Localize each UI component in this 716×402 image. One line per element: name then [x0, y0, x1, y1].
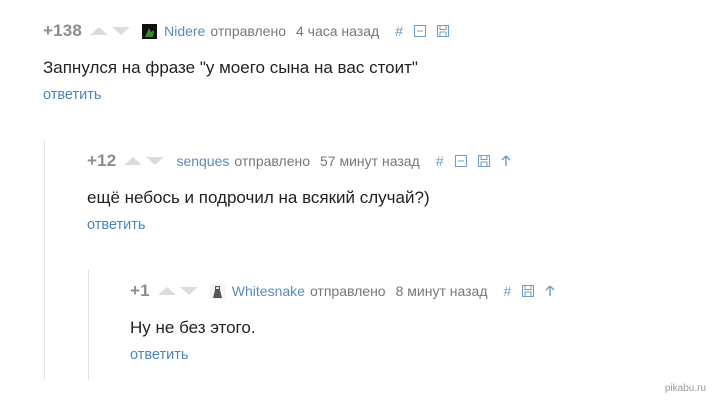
save-floppy-icon[interactable] — [522, 285, 535, 297]
comment-actions: # — [395, 23, 449, 39]
link-hash-icon[interactable]: # — [436, 153, 444, 169]
reply-link[interactable]: ответить — [130, 347, 555, 363]
comment-header: +1 Whitesnake отправлено 8 минут назад # — [130, 280, 555, 302]
comment-rating: +1 — [130, 281, 150, 300]
comment-meta-label: отправлено — [309, 283, 386, 299]
comment-meta-label: отправлено — [210, 23, 286, 39]
comment-branch-line — [88, 270, 89, 380]
comment-rating: +138 — [43, 21, 83, 40]
comment-actions: # — [436, 153, 511, 169]
downvote-icon[interactable] — [179, 287, 198, 295]
save-floppy-icon[interactable] — [477, 155, 490, 167]
reply-link[interactable]: ответить — [43, 87, 449, 103]
comment-text: Ну не без этого. — [130, 318, 256, 337]
comment-actions: # — [503, 283, 555, 299]
upvote-icon[interactable] — [157, 287, 176, 295]
comment-text: ещё небось и подрочил на всякий случай?) — [87, 188, 430, 207]
comment: +1 Whitesnake отправлено 8 минут назад #… — [130, 280, 555, 363]
link-hash-icon[interactable]: # — [395, 23, 403, 39]
user-avatar-icon[interactable] — [209, 283, 225, 299]
downvote-icon[interactable] — [146, 157, 165, 165]
downvote-icon[interactable] — [112, 27, 131, 35]
comment-author-link[interactable]: Whitesnake — [232, 283, 305, 299]
link-hash-icon[interactable]: # — [503, 283, 511, 299]
comment-header: +138 Nidere отправлено 4 часа назад # — [43, 20, 449, 42]
comment-text: Запнулся на фразе "у моего сына на вас с… — [43, 58, 418, 77]
user-avatar-icon[interactable] — [142, 23, 158, 39]
comment-rating: +12 — [87, 151, 117, 170]
comment-meta-label: отправлено — [234, 153, 311, 169]
comment: +138 Nidere отправлено 4 часа назад # За… — [43, 20, 449, 103]
upvote-icon[interactable] — [90, 27, 109, 35]
comment-time[interactable]: 4 часа назад — [296, 23, 379, 39]
site-watermark: pikabu.ru — [664, 383, 706, 394]
save-floppy-icon[interactable] — [436, 25, 449, 37]
comment-time[interactable]: 8 минут назад — [396, 283, 488, 299]
parent-arrow-icon[interactable] — [501, 155, 511, 167]
vote-controls — [90, 27, 131, 35]
comment-time[interactable]: 57 минут назад — [320, 153, 420, 169]
comment-header: +12 senques отправлено 57 минут назад # — [87, 150, 511, 172]
comment-author-link[interactable]: senques — [176, 153, 229, 169]
comment: +12 senques отправлено 57 минут назад # … — [87, 150, 511, 233]
collapse-minus-icon[interactable] — [454, 155, 467, 167]
vote-controls — [157, 287, 198, 295]
parent-arrow-icon[interactable] — [545, 285, 555, 297]
upvote-icon[interactable] — [124, 157, 143, 165]
comment-branch-line — [44, 140, 45, 380]
comment-author-link[interactable]: Nidere — [164, 23, 205, 39]
reply-link[interactable]: ответить — [87, 217, 511, 233]
vote-controls — [124, 157, 165, 165]
collapse-minus-icon[interactable] — [413, 25, 426, 37]
